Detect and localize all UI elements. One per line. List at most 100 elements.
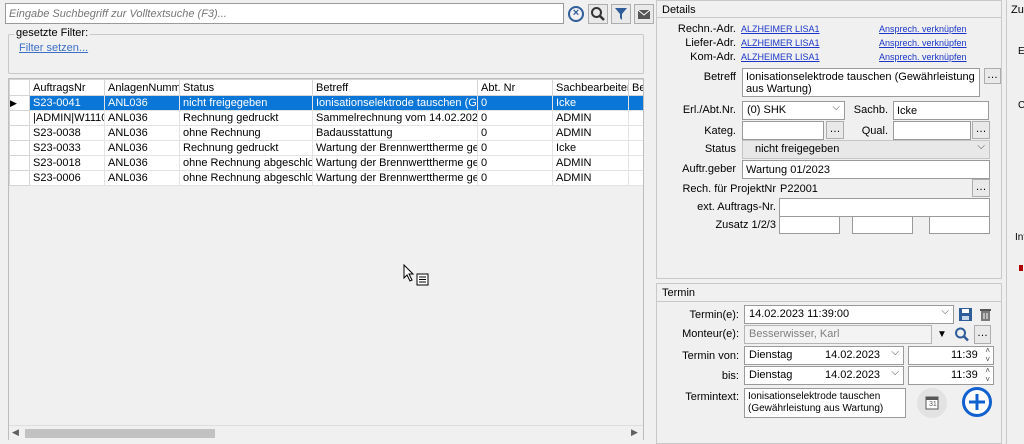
column-header[interactable]: Abt. Nr — [477, 79, 553, 96]
table-cell[interactable]: 0 — [477, 110, 553, 126]
monteur-field[interactable]: Besserwisser, Karl — [744, 325, 932, 344]
erl-abt-select[interactable]: (0) SHK ⌵ — [742, 101, 845, 120]
table-cell[interactable]: ANL036 — [104, 110, 180, 126]
search-button[interactable] — [588, 4, 608, 24]
kom-adr-link[interactable]: ALZHEIMER LISA1 — [741, 52, 820, 62]
table-cell[interactable] — [628, 155, 643, 171]
row-selector[interactable] — [9, 140, 30, 156]
projekt-more-button[interactable]: … — [972, 179, 990, 197]
betreff-more-button[interactable]: … — [984, 68, 1001, 84]
table-row[interactable]: S23-0018 ANL036 ohne Rechnung abgeschlos… — [9, 155, 643, 171]
auftrgeber-input[interactable] — [742, 160, 990, 179]
zusatz-3-input[interactable] — [929, 216, 990, 234]
set-filter-link[interactable]: Filter setzen... — [19, 42, 88, 54]
table-cell[interactable]: ANL036 — [104, 155, 180, 171]
table-cell[interactable]: nicht freigegeben — [179, 95, 313, 111]
table-row[interactable]: S23-0033 ANL036 Rechnung gedruckt Wartun… — [9, 140, 643, 156]
horizontal-scrollbar[interactable]: ◀ ▶ — [9, 425, 643, 440]
table-cell[interactable] — [628, 170, 643, 186]
table-cell[interactable]: Sammelrechnung vom 14.02.2023 — [312, 110, 478, 126]
column-header[interactable]: Sachbearbeiter — [552, 79, 629, 96]
table-row[interactable]: |ADMIN|W1110 ANL036 Rechnung gedruckt Sa… — [9, 110, 643, 126]
table-cell[interactable]: ADMIN — [552, 170, 629, 186]
termin-bis-time[interactable]: 11:39 ˄ ˅ — [908, 366, 994, 385]
row-selector[interactable] — [9, 110, 30, 126]
kateg-more-button[interactable]: … — [826, 121, 844, 139]
table-cell[interactable]: S23-0006 — [29, 170, 105, 186]
column-header[interactable]: Betreff — [312, 79, 478, 96]
table-row[interactable]: ▶ S23-0041 ANL036 nicht freigegeben Ioni… — [9, 95, 643, 111]
ansprech-link-2[interactable]: Ansprech. verknüpfen — [879, 38, 967, 48]
table-cell[interactable]: Wartung der Brennwerttherme gem. F — [312, 155, 478, 171]
column-header[interactable]: AnlagenNummer — [104, 79, 180, 96]
table-cell[interactable] — [628, 125, 643, 141]
table-cell[interactable]: S23-0041 — [29, 95, 105, 111]
column-header[interactable]: Status — [179, 79, 313, 96]
table-cell[interactable]: 0 — [477, 140, 553, 156]
table-cell[interactable]: ohne Rechnung abgeschlosse — [179, 155, 313, 171]
table-cell[interactable]: |ADMIN|W1110 — [29, 110, 105, 126]
termin-von-time[interactable]: 11:39 ˄ ˅ — [908, 346, 994, 365]
table-cell[interactable]: ADMIN — [552, 125, 629, 141]
table-cell[interactable] — [628, 110, 643, 126]
kateg-input[interactable] — [742, 121, 824, 140]
add-termin-button[interactable] — [962, 387, 992, 417]
table-cell[interactable]: Icke — [552, 95, 629, 111]
scrollbar-thumb[interactable] — [25, 429, 215, 438]
table-cell[interactable]: ohne Rechnung abgeschlosse — [179, 170, 313, 186]
zusatz-2-input[interactable] — [852, 216, 913, 234]
table-cell[interactable] — [628, 95, 643, 111]
qual-more-button[interactable]: … — [972, 121, 990, 139]
table-cell[interactable]: Rechnung gedruckt — [179, 140, 313, 156]
delete-termin-button[interactable] — [977, 306, 994, 323]
search-input[interactable] — [5, 3, 564, 24]
table-cell[interactable]: 0 — [477, 95, 553, 111]
table-cell[interactable]: Ionisationselektrode tauschen (Gew — [312, 95, 478, 111]
qual-input[interactable] — [893, 121, 971, 140]
row-selector[interactable] — [9, 170, 30, 186]
table-cell[interactable]: Icke — [552, 140, 629, 156]
table-cell[interactable]: S23-0018 — [29, 155, 105, 171]
table-cell[interactable]: S23-0038 — [29, 125, 105, 141]
termine-select[interactable]: 14.02.2023 11:39:00 ⌵ — [744, 305, 954, 324]
termintext-field[interactable]: Ionisationselektrode tauschen (Gewährlei… — [744, 388, 906, 418]
clear-search-button[interactable]: × — [568, 6, 584, 22]
table-cell[interactable]: ANL036 — [104, 140, 180, 156]
ansprech-link-1[interactable]: Ansprech. verknüpfen — [879, 24, 967, 34]
filter-button[interactable] — [611, 4, 631, 24]
spinner-icon[interactable]: ˄ ˅ — [985, 346, 990, 364]
table-cell[interactable]: 0 — [477, 170, 553, 186]
save-termin-button[interactable] — [957, 306, 974, 323]
termin-bis-date-picker[interactable]: Dienstag 14.02.2023 ⌵ — [744, 366, 904, 385]
monteur-dropdown-button[interactable]: ▼ — [933, 325, 951, 344]
liefer-adr-link[interactable]: ALZHEIMER LISA1 — [741, 38, 820, 48]
table-cell[interactable]: Rechnung gedruckt — [179, 110, 313, 126]
mail-button[interactable] — [634, 4, 654, 24]
ansprech-link-3[interactable]: Ansprech. verknüpfen — [879, 52, 967, 62]
table-cell[interactable]: ANL036 — [104, 170, 180, 186]
table-cell[interactable]: ANL036 — [104, 95, 180, 111]
table-cell[interactable]: ADMIN — [552, 155, 629, 171]
table-cell[interactable]: ohne Rechnung — [179, 125, 313, 141]
spinner-icon[interactable]: ˄ ˅ — [985, 366, 990, 384]
sachb-input[interactable] — [893, 101, 989, 120]
table-cell[interactable]: 0 — [477, 155, 553, 171]
table-cell[interactable]: S23-0033 — [29, 140, 105, 156]
scroll-right-icon[interactable]: ▶ — [631, 427, 638, 438]
monteur-search-button[interactable] — [953, 325, 971, 344]
table-cell[interactable]: 0 — [477, 125, 553, 141]
row-selector[interactable] — [9, 155, 30, 171]
table-cell[interactable]: ADMIN — [552, 110, 629, 126]
scroll-left-icon[interactable]: ◀ — [12, 427, 19, 438]
table-row[interactable]: S23-0038 ANL036 ohne Rechnung Badausstat… — [9, 125, 643, 141]
row-selector[interactable] — [9, 125, 30, 141]
betreff-field[interactable]: Ionisationselektrode tauschen (Gewährlei… — [742, 68, 980, 97]
zusatz-1-input[interactable] — [779, 216, 840, 234]
calendar-button[interactable]: 31 — [917, 388, 947, 418]
table-row[interactable]: S23-0006 ANL036 ohne Rechnung abgeschlos… — [9, 170, 643, 186]
row-selector[interactable]: ▶ — [9, 95, 30, 111]
table-cell[interactable]: ANL036 — [104, 125, 180, 141]
column-header[interactable]: Ber — [628, 79, 643, 96]
rechn-adr-link[interactable]: ALZHEIMER LISA1 — [741, 24, 820, 34]
monteur-more-button[interactable]: … — [974, 325, 991, 344]
